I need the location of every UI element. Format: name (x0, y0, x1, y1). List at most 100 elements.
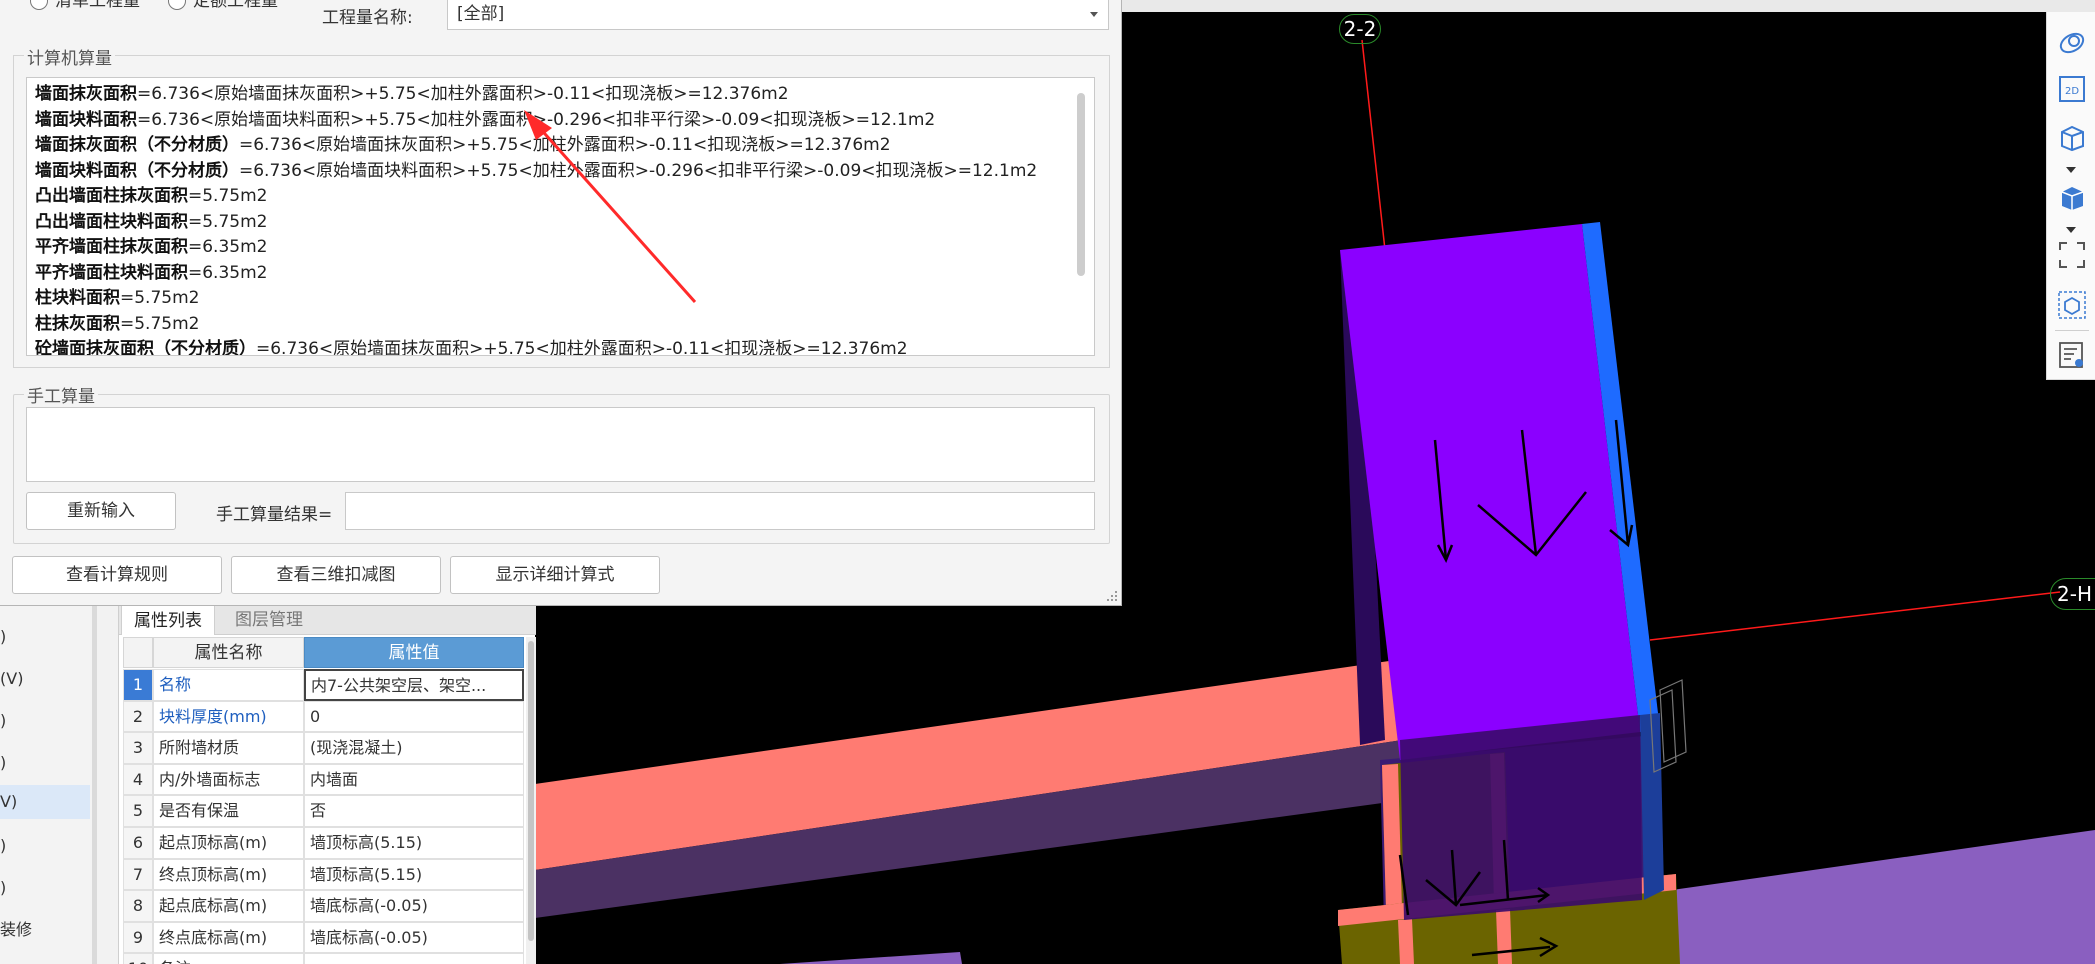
property-row[interactable]: 4 内/外墙面标志 内墙面 (119, 763, 524, 796)
property-value[interactable]: 否 (304, 795, 524, 827)
property-row[interactable]: 3 所附墙材质 (现浇混凝土) (119, 732, 524, 764)
calc-line-name: 墙面抹灰面积（不分材质） (35, 135, 239, 155)
property-row[interactable]: 1 名称 内7-公共架空层、架空... (119, 669, 524, 701)
toolbar-divider (2055, 330, 2089, 331)
property-value[interactable]: 墙底标高(-0.05) (304, 921, 524, 954)
calculation-dialog: 清单工程量 定额工程量 工程量名称: [全部] 计算机算量 墙面抹灰面积=6.7… (0, 0, 1122, 606)
viewport-top-strip (1122, 0, 2095, 12)
calc-scrollbar[interactable] (1075, 90, 1087, 280)
quantity-name-select[interactable]: [全部] (447, 0, 1109, 30)
property-row[interactable]: 10备注 (119, 953, 524, 964)
calc-line: 凸出墙面柱抹灰面积=5.75m2 (35, 185, 267, 207)
side-list-item[interactable]: 装修 (0, 913, 90, 947)
slab-stripe-1 (1398, 919, 1414, 964)
quantity-name-value: [全部] (457, 4, 505, 24)
left-side-panel: ) (V) ) ) V) ) ) 装修 (0, 605, 97, 964)
property-value[interactable] (304, 953, 524, 964)
panel-splitter[interactable] (92, 605, 97, 964)
property-row[interactable]: 2 块料厚度(mm) 0 (119, 700, 524, 733)
manual-calc-input[interactable] (26, 407, 1095, 482)
properties-scrollbar[interactable] (526, 637, 536, 964)
axis-label-2-h: 2-H (2050, 578, 2095, 610)
property-row-index: 6 (123, 827, 153, 859)
chevron-down-icon[interactable] (2065, 220, 2077, 233)
calc-line-name: 平齐墙面柱抹灰面积 (35, 237, 188, 257)
view-calc-rules-button[interactable]: 查看计算规则 (12, 556, 222, 594)
property-row-index: 5 (123, 795, 153, 827)
scrollbar-thumb[interactable] (528, 641, 534, 941)
property-value[interactable]: 内墙面 (304, 763, 524, 796)
radio-quota-quantity[interactable] (168, 0, 186, 10)
chevron-down-icon[interactable] (2065, 160, 2077, 173)
axis-line-2-h (1649, 591, 2061, 641)
tab-layer-management[interactable]: 图层管理 (223, 605, 315, 635)
cube-outline-icon[interactable] (2057, 122, 2087, 152)
side-list-item[interactable]: ) (0, 829, 90, 863)
property-row[interactable]: 7 终点顶标高(m) 墙顶标高(5.15) (119, 858, 524, 891)
reenter-button[interactable]: 重新输入 (26, 492, 176, 530)
resize-grip-icon[interactable] (1106, 590, 1118, 602)
dialog-top-row: 清单工程量 定额工程量 工程量名称: [全部] (0, 0, 1122, 32)
calc-line-name: 墙面抹灰面积 (35, 84, 137, 104)
calc-line: 平齐墙面柱块料面积=6.35m2 (35, 262, 267, 284)
property-row-index: 10 (123, 953, 153, 964)
view-3d-deduction-button[interactable]: 查看三维扣减图 (231, 556, 441, 594)
property-value[interactable]: 内7-公共架空层、架空... (304, 669, 524, 701)
radio-bill-quantity-label: 清单工程量 (55, 0, 140, 11)
view-2d-label: 2D (2065, 86, 2079, 97)
tab-properties-list[interactable]: 属性列表 (121, 605, 215, 635)
side-list-item[interactable]: ) (0, 871, 90, 905)
calc-line: 墙面抹灰面积=6.736<原始墙面抹灰面积>+5.75<加柱外露面积>-0.11… (35, 83, 789, 105)
property-value[interactable]: 0 (304, 700, 524, 733)
properties-tabs: 属性列表 图层管理 (119, 605, 536, 635)
manual-result-input[interactable] (345, 492, 1095, 530)
calc-line: 平齐墙面柱抹灰面积=6.35m2 (35, 236, 267, 258)
computer-calc-legend: 计算机算量 (24, 44, 115, 69)
calc-line: 墙面抹灰面积（不分材质）=6.736<原始墙面抹灰面积>+5.75<加柱外露面积… (35, 134, 891, 156)
properties-panel: 属性列表 图层管理 属性名称 属性值 1 名称 内7-公共架空层、架空... 2 块料厚… (118, 605, 536, 964)
axis-line-2-2 (1361, 39, 1386, 251)
property-value[interactable]: 墙底标高(-0.05) (304, 890, 524, 922)
calc-line-formula: =6.736<原始墙面抹灰面积>+5.75<加柱外露面积>-0.11<扣现浇板>… (239, 135, 891, 155)
radio-bill-quantity[interactable] (30, 0, 48, 10)
calc-line-name: 凸出墙面柱块料面积 (35, 211, 188, 232)
computer-calc-text-area[interactable]: 墙面抹灰面积=6.736<原始墙面抹灰面积>+5.75<加柱外露面积>-0.11… (26, 77, 1095, 356)
property-row[interactable]: 8 起点底标高(m) 墙底标高(-0.05) (119, 890, 524, 922)
calc-line: 砼墙面抹灰面积（不分材质）=6.736<原始墙面抹灰面积>+5.75<加柱外露面… (35, 338, 908, 356)
show-detail-formula-button[interactable]: 显示详细计算式 (450, 556, 660, 594)
orbit-icon[interactable] (2057, 28, 2087, 58)
side-list-item[interactable]: (V) (0, 662, 90, 696)
property-row[interactable]: 6 起点顶标高(m) 墙顶标高(5.15) (119, 827, 524, 859)
property-row[interactable]: 9 终点底标高(m) 墙底标高(-0.05) (119, 921, 524, 954)
property-value[interactable]: (现浇混凝土) (304, 732, 524, 764)
property-name: 起点顶标高(m) (153, 827, 304, 859)
property-row-index: 3 (123, 732, 153, 764)
calc-line-name: 墙面块料面积 (35, 109, 137, 130)
side-list-item[interactable]: ) (0, 704, 90, 738)
beam-right (1672, 830, 2095, 964)
side-list-item-selected[interactable]: V) (0, 785, 90, 819)
calc-line: 柱抹灰面积=5.75m2 (35, 313, 199, 335)
property-value[interactable]: 墙顶标高(5.15) (304, 858, 524, 891)
calc-line-formula: =6.736<原始墙面抹灰面积>+5.75<加柱外露面积>-0.11<扣现浇板>… (256, 339, 908, 356)
beam-bottom-left (780, 952, 962, 964)
fullscreen-icon[interactable] (2057, 240, 2087, 270)
cube-solid-icon[interactable] (2057, 182, 2087, 212)
calc-line-formula: =6.736<原始墙面抹灰面积>+5.75<加柱外露面积>-0.11<扣现浇板>… (137, 84, 789, 104)
side-list-item[interactable]: ) (0, 620, 90, 654)
side-list-item[interactable]: ) (0, 746, 90, 780)
quantity-name-label: 工程量名称: (322, 8, 413, 28)
scrollbar-thumb[interactable] (1077, 93, 1085, 276)
property-value[interactable]: 墙顶标高(5.15) (304, 827, 524, 859)
selection-box-icon[interactable] (2057, 290, 2087, 320)
layer-display-icon[interactable] (2057, 340, 2087, 370)
calc-line: 墙面块料面积=6.736<原始墙面块料面积>+5.75<加柱外露面积>-0.29… (35, 109, 935, 131)
calc-line-formula: =5.75m2 (188, 211, 268, 232)
calc-line-name: 墙面块料面积（不分材质） (35, 160, 239, 181)
view-2d-icon[interactable]: 2D (2057, 74, 2087, 104)
header-property-value: 属性值 (304, 637, 524, 668)
property-row[interactable]: 5 是否有保温否 (119, 795, 524, 827)
calc-line: 柱块料面积=5.75m2 (35, 287, 199, 309)
view-toolbar: 2D (2046, 12, 2095, 380)
property-name: 终点顶标高(m) (153, 858, 304, 891)
